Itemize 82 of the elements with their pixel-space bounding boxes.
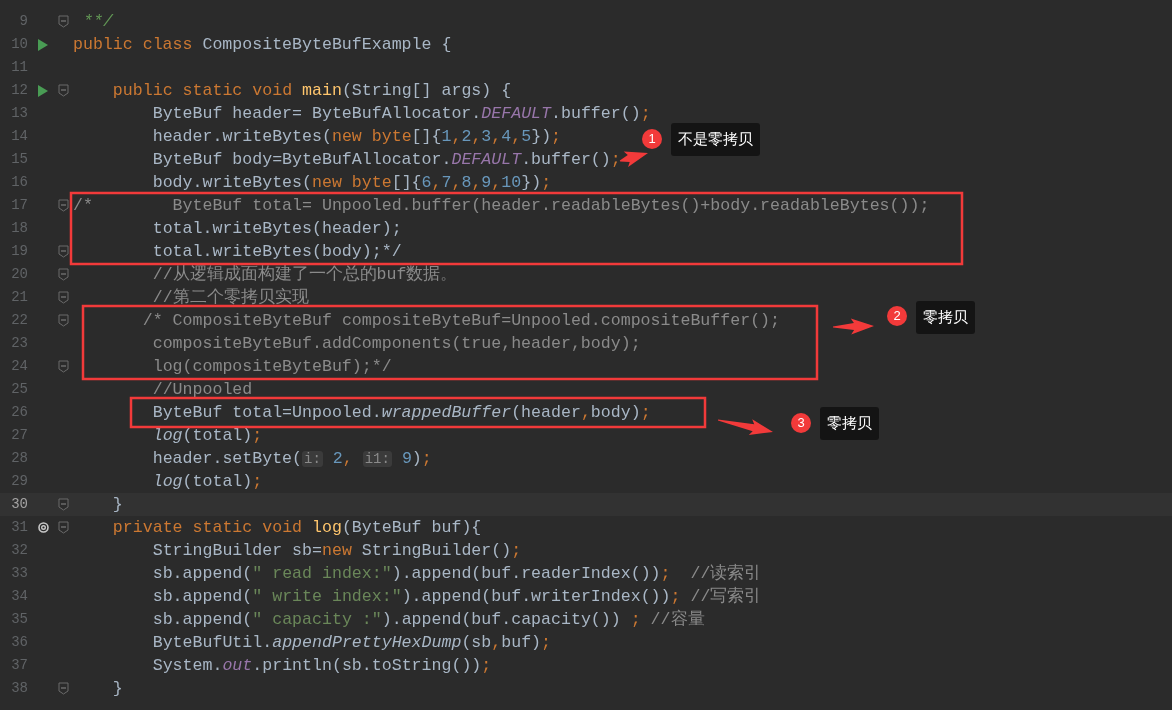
fold-icon[interactable] — [58, 314, 69, 327]
code-line: sb.append(" write index:").append(buf.writerIndex()); //写索引 — [152, 587, 762, 606]
fold-icon[interactable] — [58, 199, 69, 212]
callout-label: 不是零拷贝 — [671, 123, 760, 156]
arrow — [619, 151, 648, 167]
line-number: 27 — [10, 426, 28, 445]
line-number: 32 — [10, 541, 28, 560]
code-line: //第二个零拷贝实现 — [152, 288, 309, 307]
line-number: 23 — [10, 334, 28, 353]
code-line: ByteBufUtil.appendPrettyHexDump(sb,buf); — [152, 633, 552, 652]
fold-icon[interactable] — [58, 521, 69, 534]
line-number: 11 — [10, 58, 28, 77]
line-number: 13 — [10, 104, 28, 123]
code-line: /* CompositeByteBuf compositeByteBuf=Unpooled.compositeBuffer(); — [142, 311, 781, 330]
line-number: 9 — [18, 12, 28, 31]
code-line: /* ByteBuf total= Unpooled.buffer(header.readableBytes()+body.readableBytes()); — [73, 196, 930, 215]
number-badge: 3 — [791, 413, 811, 433]
line-number: 33 — [10, 564, 28, 583]
code-line: ByteBuf header= ByteBufAllocator.DEFAULT.buffer(); — [152, 104, 651, 123]
code-line: private static void log(ByteBuf buf){ — [112, 518, 482, 537]
number-badge: 1 — [642, 129, 662, 149]
line-number: 15 — [10, 150, 28, 169]
arrow — [833, 318, 874, 335]
fold-icon[interactable] — [58, 291, 69, 304]
line-number: 18 — [10, 219, 28, 238]
fold-icon[interactable] — [58, 268, 69, 281]
line-number: 24 — [10, 357, 28, 376]
override-icon[interactable] — [36, 521, 50, 534]
fold-icon[interactable] — [58, 84, 69, 97]
run-icon[interactable] — [38, 84, 48, 97]
line-number: 37 — [10, 656, 28, 675]
fold-icon[interactable] — [58, 498, 69, 511]
line-number: 16 — [10, 173, 28, 192]
code-line: body.writeBytes(new byte[]{6,7,8,9,10}); — [152, 173, 552, 192]
line-number: 38 — [10, 679, 28, 698]
number-badge: 2 — [887, 306, 907, 326]
code-line: header.writeBytes(new byte[]{1,2,3,4,5}); — [152, 127, 562, 146]
line-number: 35 — [10, 610, 28, 629]
code-line: log(total); — [152, 426, 263, 445]
code-line: total.writeBytes(body);*/ — [152, 242, 402, 261]
code-line: log(total); — [152, 472, 263, 491]
line-number: 29 — [10, 472, 28, 491]
line-number: 28 — [10, 449, 28, 468]
fold-icon[interactable] — [58, 245, 69, 258]
callout-label: 零拷贝 — [820, 407, 879, 440]
code-line: compositeByteBuf.addComponents(true,header,body); — [152, 334, 641, 353]
code-line: System.out.println(sb.toString()); — [152, 656, 492, 675]
line-number: 22 — [10, 311, 28, 330]
code-line: sb.append(" read index:").append(buf.readerIndex()); //读索引 — [152, 564, 762, 583]
code-line: total.writeBytes(header); — [152, 219, 402, 238]
code-line: } — [112, 495, 123, 514]
line-number: 34 — [10, 587, 28, 606]
line-number: 20 — [10, 265, 28, 284]
fold-icon[interactable] — [58, 682, 69, 695]
fold-icon[interactable] — [58, 15, 69, 28]
code-line: //Unpooled — [152, 380, 253, 399]
line-number: 21 — [10, 288, 28, 307]
line-number: 36 — [10, 633, 28, 652]
line-number: 31 — [10, 518, 28, 537]
code-line: public class CompositeByteBufExample { — [73, 35, 452, 54]
code-line: header.setByte(i: 2, i1: 9); — [152, 448, 432, 469]
line-number: 14 — [10, 127, 28, 146]
line-number: 25 — [10, 380, 28, 399]
code-line: ByteBuf body=ByteBufAllocator.DEFAULT.buffer(); — [152, 150, 621, 169]
code-line: } — [112, 679, 123, 698]
callout-label: 零拷贝 — [916, 301, 975, 334]
code-line: log(compositeByteBuf);*/ — [152, 357, 392, 376]
line-number: 12 — [10, 81, 28, 100]
code-line: StringBuilder sb=new StringBuilder(); — [152, 541, 522, 560]
line-number: 26 — [10, 403, 28, 422]
line-number: 10 — [10, 35, 28, 54]
line-number: 30 — [10, 495, 28, 514]
line-number: 17 — [10, 196, 28, 215]
code-line: sb.append(" capacity :").append(buf.capacity()) ; //容量 — [152, 610, 705, 629]
arrow — [717, 419, 773, 435]
code-line: //从逻辑成面构建了一个总的buf数据。 — [152, 265, 458, 284]
run-icon[interactable] — [38, 38, 48, 51]
fold-icon[interactable] — [58, 360, 69, 373]
code-line: public static void main(String[] args) { — [112, 81, 512, 100]
code-line: ByteBuf total=Unpooled.wrappedBuffer(header,body); — [152, 403, 651, 422]
code-line: **/ — [82, 12, 113, 31]
line-number: 19 — [10, 242, 28, 261]
